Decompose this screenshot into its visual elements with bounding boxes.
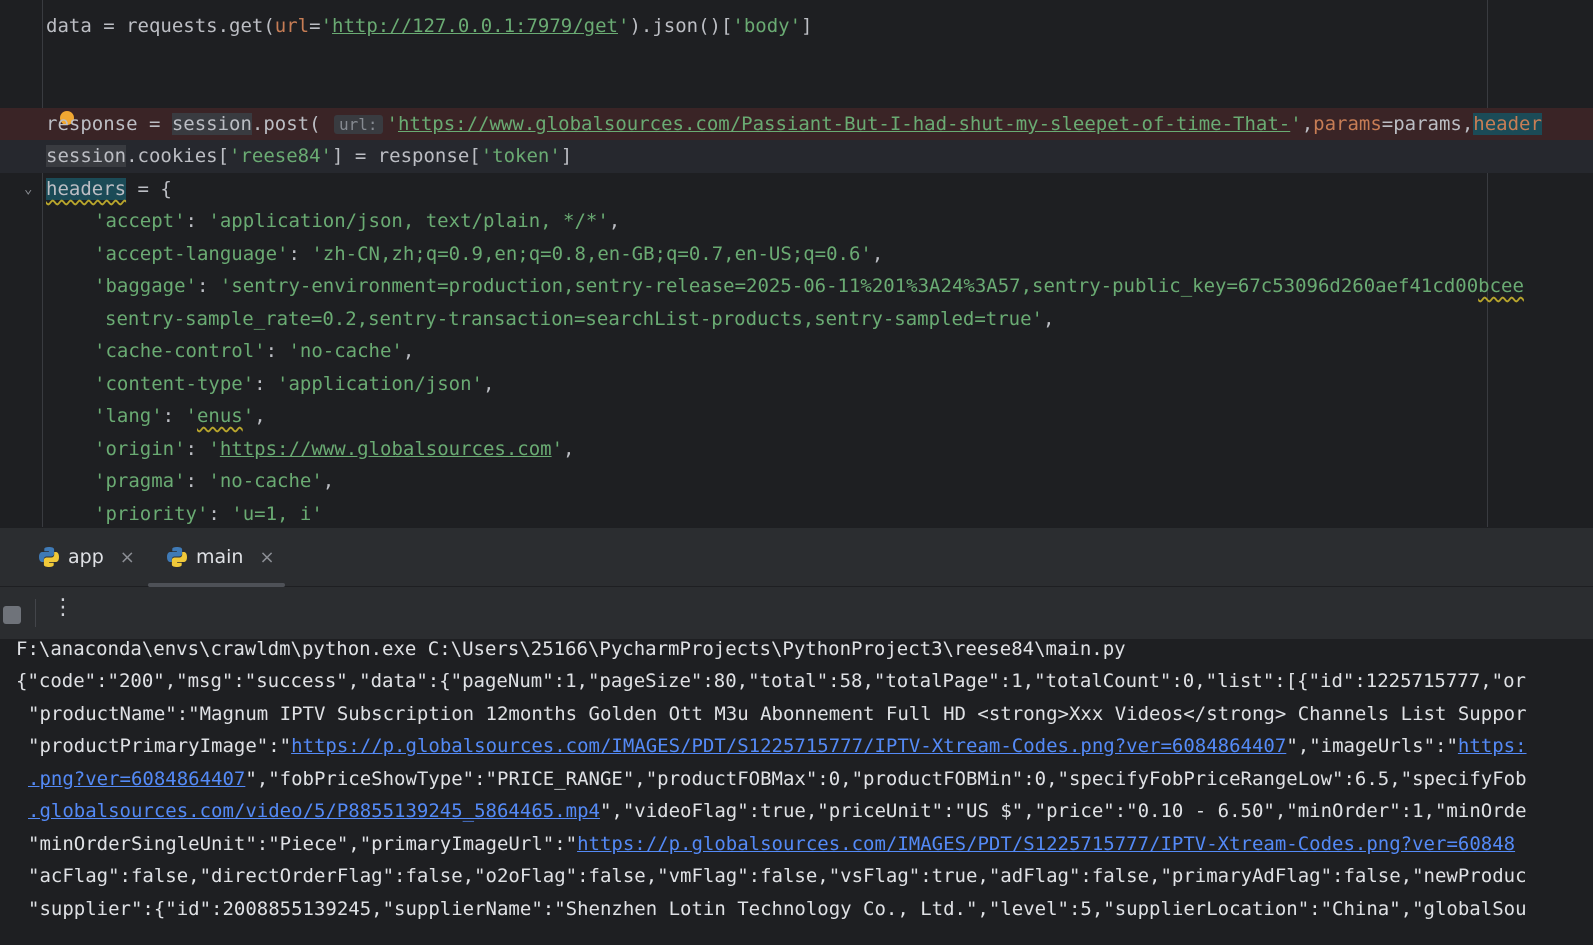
code-url-link[interactable]: https://www.globalsources.com [220, 438, 552, 460]
close-icon[interactable]: × [120, 547, 135, 568]
console-line: "productName":"Magnum IPTV Subscription … [28, 703, 1527, 725]
code-line-headers[interactable]: ⌄ headers = { [0, 173, 1593, 206]
console-line: "productPrimaryImage":"https://p.globals… [28, 735, 1527, 757]
fold-chevron-icon[interactable]: ⌄ [24, 173, 32, 206]
console-link[interactable]: .png?ver=6084864407 [28, 768, 245, 790]
python-icon [38, 546, 60, 568]
console-link[interactable]: https://p.globalsources.com/IMAGES/PDT/S… [577, 833, 1515, 855]
code-line[interactable]: 'cache-control': 'no-cache', [0, 335, 1593, 368]
console-line: .globalsources.com/video/5/P8855139245_5… [28, 800, 1527, 822]
console-line: "acFlag":false,"directOrderFlag":false,"… [28, 865, 1527, 887]
code-line-cookies[interactable]: session.cookies['reese84'] = response['t… [0, 140, 1593, 173]
parameter-hint: url: [334, 115, 383, 134]
more-options-icon[interactable]: ⋮ [52, 595, 74, 620]
run-toolbar: ⋮ [0, 587, 1593, 639]
code-editor[interactable]: data = requests.get(url='http://127.0.0.… [0, 0, 1593, 527]
code-line[interactable]: 'origin': 'https://www.globalsources.com… [0, 433, 1593, 466]
code-line[interactable]: 'lang': 'enus', [0, 400, 1593, 433]
console-line: "minOrderSingleUnit":"Piece","primaryIma… [28, 833, 1516, 855]
code-url-link[interactable]: https://www.globalsources.com/Passiant-B… [398, 113, 1290, 135]
close-icon[interactable]: × [259, 547, 274, 568]
code-line[interactable]: 'priority': 'u=1, i' [0, 498, 1593, 527]
code-line[interactable]: sentry-sample_rate=0.2,sentry-transactio… [0, 303, 1593, 336]
code-url-link[interactable]: http://127.0.0.1:7979/get [332, 15, 618, 37]
stop-icon[interactable] [3, 606, 21, 624]
python-icon [166, 546, 188, 568]
console-link[interactable]: https://p.globalsources.com/IMAGES/PDT/S… [291, 735, 1286, 757]
code-line[interactable]: 'pragma': 'no-cache', [0, 465, 1593, 498]
code-line[interactable]: 'content-type': 'application/json', [0, 368, 1593, 401]
tab-main-label: main [196, 546, 244, 568]
code-line-response[interactable]: response = session.post( url:'https://ww… [0, 108, 1593, 141]
code-line[interactable]: 'accept': 'application/json, text/plain,… [0, 205, 1593, 238]
code-line[interactable]: 'accept-language': 'zh-CN,zh;q=0.9,en;q=… [0, 238, 1593, 271]
code-line-1[interactable]: data = requests.get(url='http://127.0.0.… [0, 10, 1593, 43]
console-line: .png?ver=6084864407","fobPriceShowType":… [28, 768, 1527, 790]
toolbar-divider [35, 599, 36, 627]
run-console-output[interactable]: F:\anaconda\envs\crawldm\python.exe C:\U… [0, 639, 1593, 945]
console-line: {"code":"200","msg":"success","data":{"p… [16, 670, 1526, 692]
console-command-line: F:\anaconda\envs\crawldm\python.exe C:\U… [16, 639, 1126, 660]
run-tab-bar: app × main × [0, 527, 1593, 587]
console-line: "supplier":{"id":2008855139245,"supplier… [28, 898, 1527, 920]
tab-app-label: app [68, 546, 104, 568]
tab-app[interactable]: app × [38, 540, 135, 574]
tab-main[interactable]: main × [166, 540, 275, 574]
console-link[interactable]: .globalsources.com/video/5/P8855139245_5… [28, 800, 600, 822]
code-line[interactable]: 'baggage': 'sentry-environment=productio… [0, 270, 1593, 303]
console-link[interactable]: https: [1458, 735, 1527, 757]
